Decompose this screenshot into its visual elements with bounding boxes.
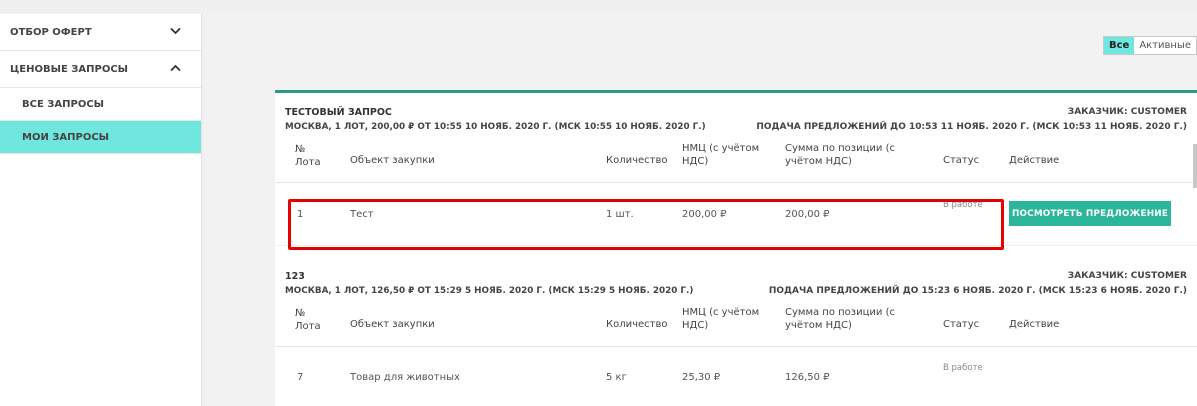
cell-status: В работе xyxy=(943,200,983,210)
cell-lot: 1 xyxy=(297,209,304,220)
column-lot: № Лота xyxy=(295,144,321,168)
sidebar-item-label: МОИ ЗАПРОСЫ xyxy=(22,131,110,143)
filter-all[interactable]: Все xyxy=(1103,37,1135,54)
column-nmc: НМЦ (с учётом НДС) xyxy=(682,307,760,331)
filter-active[interactable]: Активные xyxy=(1134,37,1196,54)
cell-quantity: 1 шт. xyxy=(606,209,634,220)
cell-quantity: 5 кг xyxy=(606,372,627,383)
cell-sum: 126,50 ₽ xyxy=(785,372,830,383)
column-quantity: Количество xyxy=(606,155,668,166)
view-offer-button[interactable]: ПОСМОТРЕТЬ ПРЕДЛОЖЕНИЕ xyxy=(1009,201,1171,226)
column-lot: № Лота xyxy=(295,308,321,332)
sidebar-item-price-requests[interactable]: ЦЕНОВЫЕ ЗАПРОСЫ xyxy=(0,51,201,88)
sidebar-item-label: ОТБОР ОФЕРТ xyxy=(10,26,92,38)
request-title: 123 xyxy=(285,271,305,282)
request-title: ТЕСТОВЫЙ ЗАПРОС xyxy=(285,107,392,118)
column-sum: Сумма по позиции (с учётом НДС) xyxy=(785,307,895,331)
table-header: № Лота Объект закупки Количество НМЦ (с … xyxy=(275,301,1197,347)
cell-status: В работе xyxy=(943,363,983,373)
column-status: Статус xyxy=(943,155,980,166)
sidebar-item-my-requests[interactable]: МОИ ЗАПРОСЫ xyxy=(0,121,201,154)
scrollbar[interactable] xyxy=(1193,144,1197,188)
table-row: 1 Тест 1 шт. 200,00 ₽ 200,00 ₽ В работе … xyxy=(275,183,1197,246)
table-row: 7 Товар для животных 5 кг 25,30 ₽ 126,50… xyxy=(275,347,1197,406)
request-deadline: ПОДАЧА ПРЕДЛОЖЕНИЙ ДО 15:23 6 НОЯБ. 2020… xyxy=(768,286,1187,296)
request-deadline: ПОДАЧА ПРЕДЛОЖЕНИЙ ДО 10:53 11 НОЯБ. 202… xyxy=(756,122,1187,132)
sidebar-item-label: ВСЕ ЗАПРОСЫ xyxy=(22,98,105,110)
requests-card: ТЕСТОВЫЙ ЗАПРОС МОСКВА, 1 ЛОТ, 200,00 ₽ … xyxy=(275,90,1197,406)
cell-object: Тест xyxy=(350,209,374,220)
column-object: Объект закупки xyxy=(350,319,435,330)
column-action: Действие xyxy=(1009,319,1060,330)
cell-nmc: 25,30 ₽ xyxy=(682,372,721,383)
request-subtitle: МОСКВА, 1 ЛОТ, 126,50 ₽ ОТ 15:29 5 НОЯБ.… xyxy=(285,286,694,296)
status-filter: Все Активные xyxy=(1102,36,1197,55)
column-nmc: НМЦ (с учётом НДС) xyxy=(682,143,760,167)
chevron-down-icon xyxy=(170,25,181,38)
request-customer: ЗАКАЗЧИК: CUSTOMER xyxy=(1067,107,1187,117)
table-header: № Лота Объект закупки Количество НМЦ (с … xyxy=(275,137,1197,183)
column-quantity: Количество xyxy=(606,319,668,330)
cell-object: Товар для животных xyxy=(350,372,460,383)
chevron-up-icon xyxy=(170,62,181,75)
request-subtitle: МОСКВА, 1 ЛОТ, 200,00 ₽ ОТ 10:55 10 НОЯБ… xyxy=(285,122,706,132)
request-customer: ЗАКАЗЧИК: CUSTOMER xyxy=(1067,271,1187,281)
main-content: Все Активные ТЕСТОВЫЙ ЗАПРОС МОСКВА, 1 Л… xyxy=(204,14,1197,406)
column-action: Действие xyxy=(1009,155,1060,166)
sidebar-item-label: ЦЕНОВЫЕ ЗАПРОСЫ xyxy=(10,63,129,75)
cell-lot: 7 xyxy=(297,372,304,383)
cell-sum: 200,00 ₽ xyxy=(785,209,830,220)
column-sum: Сумма по позиции (с учётом НДС) xyxy=(785,143,895,167)
sidebar: ОТБОР ОФЕРТ ЦЕНОВЫЕ ЗАПРОСЫ ВСЕ ЗАПРОСЫ … xyxy=(0,14,202,406)
sidebar-item-all-requests[interactable]: ВСЕ ЗАПРОСЫ xyxy=(0,88,201,121)
column-object: Объект закупки xyxy=(350,155,435,166)
app-root: ОТБОР ОФЕРТ ЦЕНОВЫЕ ЗАПРОСЫ ВСЕ ЗАПРОСЫ … xyxy=(0,0,1197,406)
column-status: Статус xyxy=(943,319,980,330)
cell-nmc: 200,00 ₽ xyxy=(682,209,727,220)
sidebar-item-offers[interactable]: ОТБОР ОФЕРТ xyxy=(0,14,201,51)
